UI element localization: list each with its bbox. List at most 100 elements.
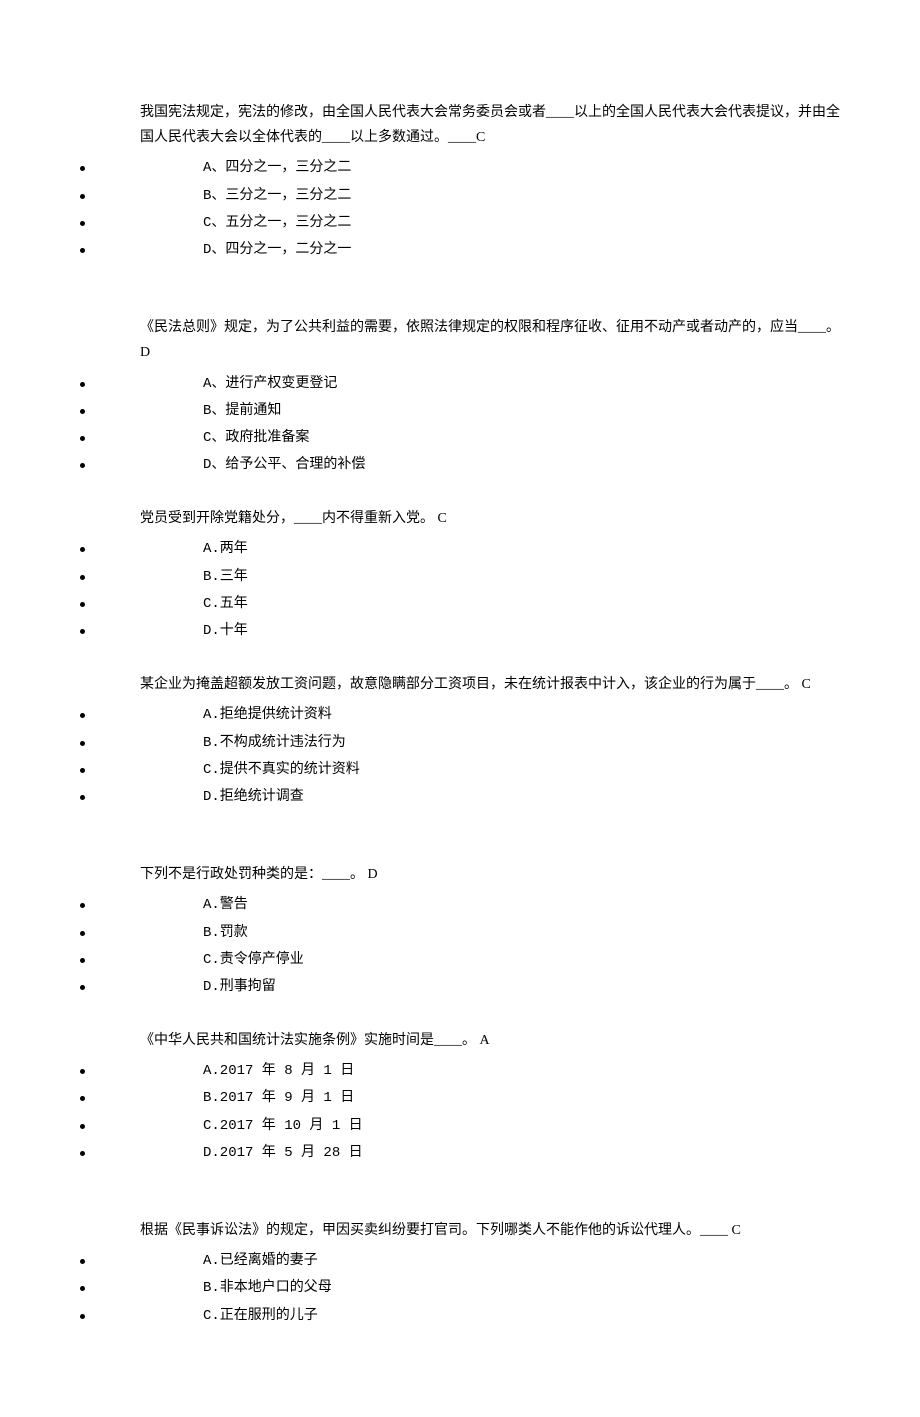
bullet-icon bbox=[80, 1069, 85, 1074]
question-block: 下列不是行政处罚种类的是：____。 D A.警告 B.罚款C.责令停产停业D.刑事… bbox=[80, 862, 840, 1000]
option-item: D.十年 bbox=[80, 619, 840, 644]
bullet-icon bbox=[80, 1286, 85, 1291]
option-item: B、三分之一，三分之二 bbox=[80, 184, 840, 209]
option-list: A.2017 年 8 月 1 日B.2017 年 9 月 1 日 C.2017 年… bbox=[80, 1059, 840, 1166]
option-item: C、五分之一，三分之二 bbox=[80, 211, 840, 236]
option-text: D.拒绝统计调查 bbox=[203, 785, 840, 810]
spacer bbox=[80, 1194, 840, 1218]
bullet-icon bbox=[80, 1259, 85, 1264]
option-item: C、政府批准备案 bbox=[80, 426, 840, 451]
spacer bbox=[80, 291, 840, 315]
bullet-icon bbox=[80, 436, 85, 441]
option-item: B.罚款 bbox=[80, 921, 840, 946]
spacer bbox=[80, 838, 840, 862]
option-item: B.不构成统计违法行为 bbox=[80, 731, 840, 756]
option-item: B、提前通知 bbox=[80, 399, 840, 424]
option-list: A.两年 B.三年C.五年D.十年 bbox=[80, 537, 840, 644]
option-text: B、三分之一，三分之二 bbox=[203, 184, 840, 209]
option-item: B.三年 bbox=[80, 565, 840, 590]
option-item: D.拒绝统计调查 bbox=[80, 785, 840, 810]
bullet-icon bbox=[80, 713, 85, 718]
question-text: 根据《民事诉讼法》的规定，甲因买卖纠纷要打官司。下列哪类人不能作他的诉讼代理人。… bbox=[140, 1218, 840, 1243]
question-text: 党员受到开除党籍处分，____内不得重新入党。 C bbox=[140, 506, 840, 531]
option-item: B.非本地户口的父母 bbox=[80, 1276, 840, 1301]
option-item: D.2017 年 5 月 28 日 bbox=[80, 1141, 840, 1166]
bullet-icon bbox=[80, 768, 85, 773]
question-text: 下列不是行政处罚种类的是：____。 D bbox=[140, 862, 840, 887]
question-block: 某企业为掩盖超额发放工资问题，故意隐瞒部分工资项目，未在统计报表中计入，该企业的… bbox=[80, 672, 840, 810]
option-list: A.拒绝提供统计资料 B.不构成统计违法行为C.提供不真实的统计资料D.拒绝统计调… bbox=[80, 703, 840, 810]
option-item: C.2017 年 10 月 1 日 bbox=[80, 1114, 840, 1139]
option-text: C.正在服刑的儿子 bbox=[203, 1304, 840, 1329]
option-item: A.警告 bbox=[80, 893, 840, 918]
bullet-icon bbox=[80, 1314, 85, 1319]
option-text: B.不构成统计违法行为 bbox=[203, 731, 840, 756]
question-text: 《民法总则》规定，为了公共利益的需要，依照法律规定的权限和程序征收、征用不动产或… bbox=[140, 315, 840, 365]
bullet-icon bbox=[80, 463, 85, 468]
bullet-icon bbox=[80, 248, 85, 253]
bullet-icon bbox=[80, 409, 85, 414]
bullet-icon bbox=[80, 741, 85, 746]
option-item: D.刑事拘留 bbox=[80, 975, 840, 1000]
bullet-icon bbox=[80, 1096, 85, 1101]
option-text: D.十年 bbox=[203, 619, 840, 644]
question-text: 我国宪法规定，宪法的修改，由全国人民代表大会常务委员会或者____以上的全国人民… bbox=[140, 100, 840, 150]
question-block: 《民法总则》规定，为了公共利益的需要，依照法律规定的权限和程序征收、征用不动产或… bbox=[80, 315, 840, 478]
bullet-icon bbox=[80, 903, 85, 908]
option-text: A.2017 年 8 月 1 日 bbox=[203, 1059, 840, 1084]
bullet-icon bbox=[80, 602, 85, 607]
option-text: C.2017 年 10 月 1 日 bbox=[203, 1114, 840, 1139]
option-text: B.罚款 bbox=[203, 921, 840, 946]
option-item: C.责令停产停业 bbox=[80, 948, 840, 973]
option-text: D、四分之一，二分之一 bbox=[203, 238, 840, 263]
bullet-icon bbox=[80, 1151, 85, 1156]
bullet-icon bbox=[80, 547, 85, 552]
option-list: A.警告 B.罚款C.责令停产停业D.刑事拘留 bbox=[80, 893, 840, 1000]
option-text: D、给予公平、合理的补偿 bbox=[203, 453, 840, 478]
option-item: A.两年 bbox=[80, 537, 840, 562]
option-item: C.正在服刑的儿子 bbox=[80, 1304, 840, 1329]
bullet-icon bbox=[80, 629, 85, 634]
option-text: A、进行产权变更登记 bbox=[203, 372, 840, 397]
bullet-icon bbox=[80, 575, 85, 580]
option-text: B、提前通知 bbox=[203, 399, 840, 424]
bullet-icon bbox=[80, 931, 85, 936]
option-text: C.五年 bbox=[203, 592, 840, 617]
option-item: C.提供不真实的统计资料 bbox=[80, 758, 840, 783]
option-item: A.拒绝提供统计资料 bbox=[80, 703, 840, 728]
option-text: D.刑事拘留 bbox=[203, 975, 840, 1000]
bullet-icon bbox=[80, 958, 85, 963]
option-text: C、五分之一，三分之二 bbox=[203, 211, 840, 236]
bullet-icon bbox=[80, 985, 85, 990]
option-list: A.已经离婚的妻子B.非本地户口的父母 C.正在服刑的儿子 bbox=[80, 1249, 840, 1329]
question-text: 《中华人民共和国统计法实施条例》实施时间是____。 A bbox=[140, 1028, 840, 1053]
question-block: 《中华人民共和国统计法实施条例》实施时间是____。 A A.2017 年 8 月… bbox=[80, 1028, 840, 1166]
option-item: C.五年 bbox=[80, 592, 840, 617]
option-text: A.已经离婚的妻子 bbox=[203, 1249, 840, 1274]
option-item: A、进行产权变更登记 bbox=[80, 372, 840, 397]
option-text: B.2017 年 9 月 1 日 bbox=[203, 1086, 840, 1111]
option-item: B.2017 年 9 月 1 日 bbox=[80, 1086, 840, 1111]
option-text: A.拒绝提供统计资料 bbox=[203, 703, 840, 728]
option-item: A.已经离婚的妻子 bbox=[80, 1249, 840, 1274]
option-item: A.2017 年 8 月 1 日 bbox=[80, 1059, 840, 1084]
option-item: D、给予公平、合理的补偿 bbox=[80, 453, 840, 478]
bullet-icon bbox=[80, 382, 85, 387]
option-text: A、四分之一，三分之二 bbox=[203, 156, 840, 181]
option-text: B.非本地户口的父母 bbox=[203, 1276, 840, 1301]
option-item: A、四分之一，三分之二 bbox=[80, 156, 840, 181]
bullet-icon bbox=[80, 1124, 85, 1129]
bullet-icon bbox=[80, 166, 85, 171]
bullet-icon bbox=[80, 221, 85, 226]
option-text: C.提供不真实的统计资料 bbox=[203, 758, 840, 783]
option-text: B.三年 bbox=[203, 565, 840, 590]
option-text: C.责令停产停业 bbox=[203, 948, 840, 973]
option-text: C、政府批准备案 bbox=[203, 426, 840, 451]
bullet-icon bbox=[80, 194, 85, 199]
question-text: 某企业为掩盖超额发放工资问题，故意隐瞒部分工资项目，未在统计报表中计入，该企业的… bbox=[140, 672, 840, 697]
option-text: A.警告 bbox=[203, 893, 840, 918]
option-text: A.两年 bbox=[203, 537, 840, 562]
bullet-icon bbox=[80, 795, 85, 800]
question-block: 党员受到开除党籍处分，____内不得重新入党。 C A.两年 B.三年C.五年D.十… bbox=[80, 506, 840, 644]
question-block: 我国宪法规定，宪法的修改，由全国人民代表大会常务委员会或者____以上的全国人民… bbox=[80, 100, 840, 263]
